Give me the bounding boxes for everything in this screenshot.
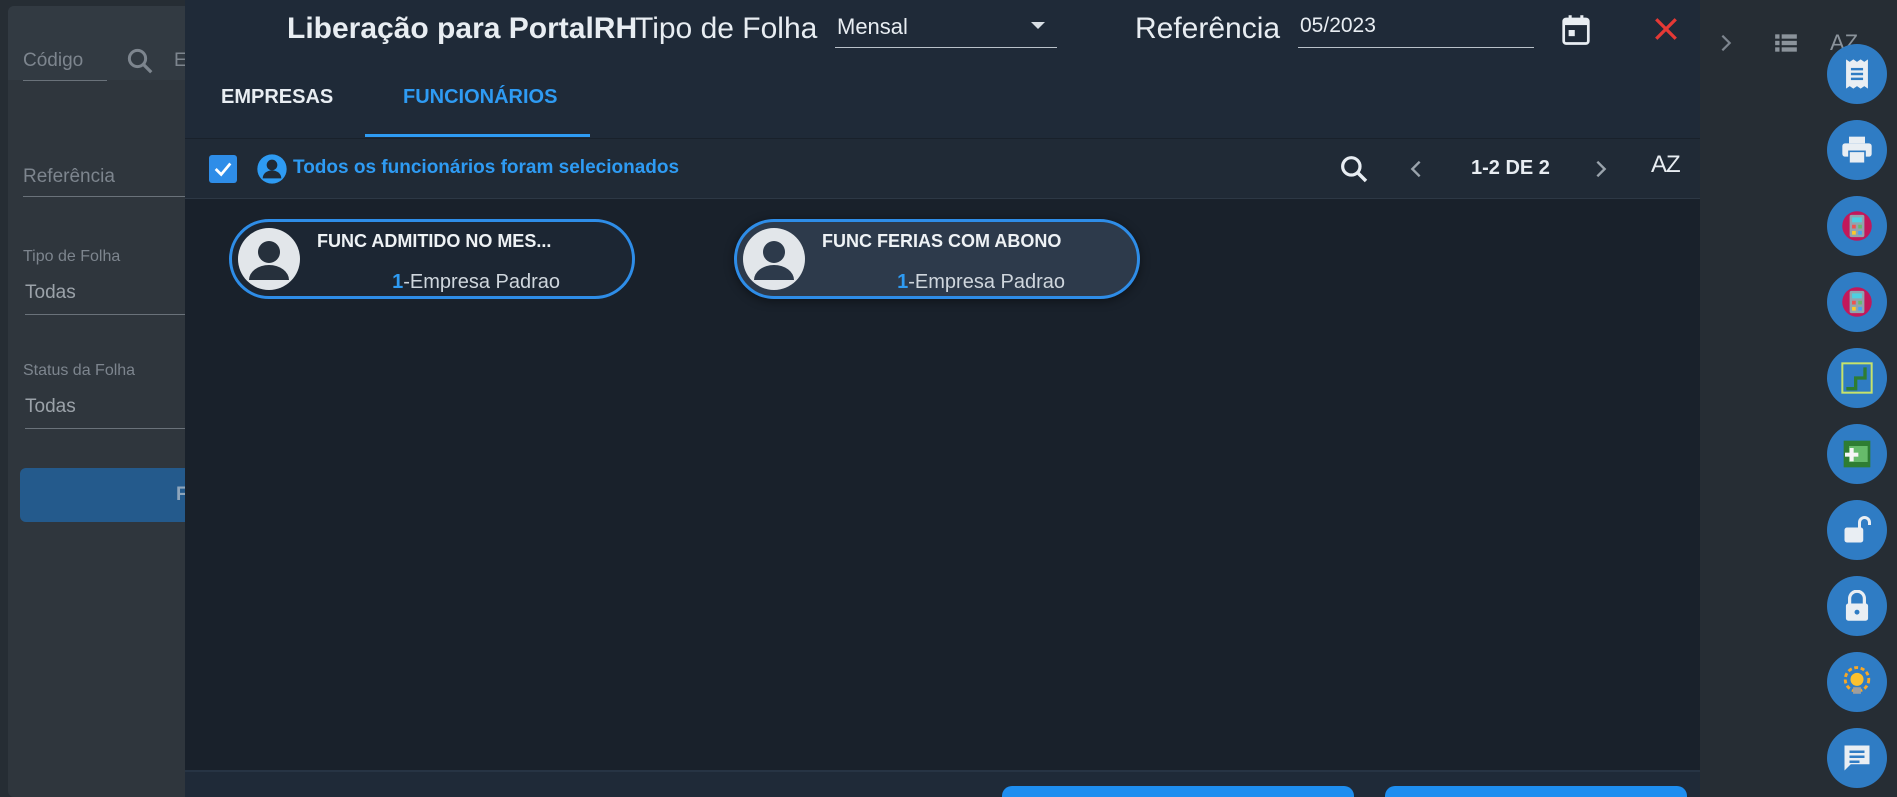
chevron-right-icon[interactable]: [1590, 155, 1612, 183]
step-icon: [1841, 362, 1873, 394]
idea-fab[interactable]: [1827, 652, 1887, 712]
check-icon: [214, 162, 232, 177]
referencia-label: Referência: [1135, 12, 1281, 45]
select-all-checkbox[interactable]: [209, 155, 237, 183]
selection-toolbar: Todos os funcionários foram selecionados…: [185, 139, 1700, 199]
tipo-folha-value: Mensal: [837, 14, 908, 39]
status-folha-label: Status da Folha: [23, 362, 136, 379]
lightbulb-gear-icon: [1843, 666, 1871, 694]
referencia-field[interactable]: Referência: [23, 166, 193, 197]
company-code: 1: [392, 271, 404, 293]
employee-card[interactable]: FUNC FERIAS COM ABONO 1-Empresa Padrao: [734, 219, 1140, 299]
sort-az-button[interactable]: AZ: [1651, 151, 1687, 187]
add-box-icon: [1843, 440, 1871, 468]
employee-name: FUNC FERIAS COM ABONO: [822, 231, 1062, 251]
tipo-folha-select[interactable]: Mensal: [835, 10, 1057, 48]
search-icon[interactable]: [1338, 153, 1370, 185]
chevron-left-icon[interactable]: [1405, 155, 1427, 183]
lock-open-icon: [1844, 516, 1871, 543]
company-name: -Empresa Padrao: [908, 271, 1065, 293]
chat-fab[interactable]: [1827, 728, 1887, 788]
step-fab[interactable]: [1827, 348, 1887, 408]
employee-name: FUNC ADMITIDO NO MES...: [317, 231, 552, 251]
pagination-label: 1-2 DE 2: [1471, 157, 1550, 179]
footer-action-button[interactable]: [1002, 786, 1354, 797]
add-box-fab[interactable]: [1827, 424, 1887, 484]
tipo-folha-label: Tipo de Folha: [635, 12, 818, 45]
avatar: [743, 228, 805, 290]
calculator-fab[interactable]: [1827, 196, 1887, 256]
caret-down-icon: [1031, 22, 1045, 29]
portalrh-release-dialog: Liberação para PortalRH Tipo de Folha Me…: [185, 0, 1700, 797]
tipo-folha-label: Tipo de Folha: [23, 248, 121, 265]
company-code: 1: [897, 271, 909, 293]
employee-company: 1-Empresa Padrao: [897, 271, 1065, 294]
background-filter-button[interactable]: F: [20, 468, 200, 522]
tipo-folha-select[interactable]: Todas: [25, 282, 193, 315]
calculator-icon: [1842, 211, 1872, 241]
selection-status-text: Todos os funcionários foram selecionados: [293, 157, 680, 178]
dialog-header: Liberação para PortalRH Tipo de Folha Me…: [185, 0, 1700, 138]
calculator-fab-2[interactable]: [1827, 272, 1887, 332]
calculator-icon: [1842, 287, 1872, 317]
employee-company: 1-Empresa Padrao: [392, 271, 560, 294]
lock-fab[interactable]: [1827, 576, 1887, 636]
receipt-fab[interactable]: [1827, 44, 1887, 104]
avatar: [238, 228, 300, 290]
chevron-right-icon[interactable]: [1715, 30, 1737, 56]
close-icon[interactable]: [1653, 16, 1679, 42]
person-icon: [249, 241, 289, 280]
footer-action-button-2[interactable]: [1385, 786, 1687, 797]
account-circle-icon: [257, 154, 287, 184]
tab-funcionarios[interactable]: FUNCIONÁRIOS: [403, 86, 557, 109]
lock-icon: [1845, 590, 1869, 621]
status-folha-select[interactable]: Todas: [25, 396, 193, 429]
sort-az-icon: AZ: [1651, 151, 1681, 178]
list-view-icon[interactable]: [1772, 30, 1800, 56]
company-name: -Empresa Padrao: [403, 271, 560, 293]
codigo-field[interactable]: Código: [23, 50, 107, 81]
receipt-icon: [1846, 59, 1868, 89]
calendar-icon[interactable]: [1561, 14, 1591, 46]
tab-empresas[interactable]: EMPRESAS: [221, 86, 333, 109]
chat-icon: [1844, 745, 1870, 771]
referencia-input[interactable]: 05/2023: [1298, 10, 1534, 48]
print-fab[interactable]: [1827, 120, 1887, 180]
employee-card[interactable]: FUNC ADMITIDO NO MES... 1-Empresa Padrao: [229, 219, 635, 299]
print-icon: [1842, 136, 1872, 165]
search-icon[interactable]: [125, 46, 155, 76]
person-icon: [754, 241, 794, 280]
active-tab-indicator: [365, 134, 590, 137]
lock-open-fab[interactable]: [1827, 500, 1887, 560]
dialog-title: Liberação para PortalRH: [287, 12, 638, 45]
